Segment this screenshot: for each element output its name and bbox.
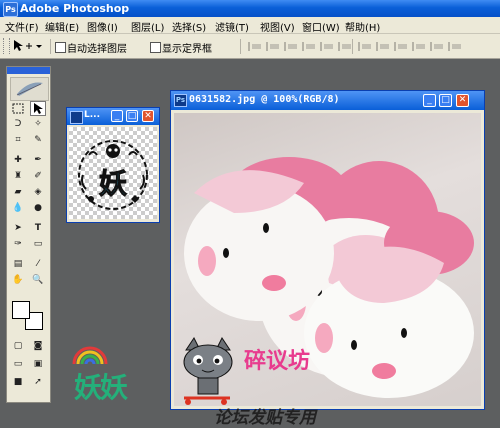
minimize-icon[interactable]: _ <box>111 110 123 122</box>
menu-edit[interactable]: 编辑(E) <box>45 19 79 34</box>
distribute-bottom-icon[interactable] <box>394 42 409 51</box>
document-title: 0631582.jpg @ 100%(RGB/8) <box>189 94 340 105</box>
align-left-edges-icon[interactable] <box>302 42 317 51</box>
app-title-bar: Ps Adobe Photoshop <box>0 0 500 17</box>
eyedropper-tool-icon[interactable]: ⁄ <box>30 257 46 272</box>
minimize-icon[interactable]: _ <box>423 94 436 107</box>
shape-tool-icon[interactable]: ▭ <box>30 237 46 252</box>
hand-tool-icon[interactable]: ✋ <box>10 273 26 288</box>
history-brush-tool-icon[interactable]: ✐ <box>30 169 46 184</box>
move-tool-icon[interactable] <box>30 101 46 116</box>
align-vertical-centers-icon[interactable] <box>266 42 281 51</box>
menu-bar: 文件(F) 编辑(E) 图像(I) 图层(L) 选择(S) 滤镜(T) 视图(V… <box>0 17 500 34</box>
maximize-icon[interactable]: □ <box>439 94 452 107</box>
watermark-left-text: 妖妖 <box>74 371 128 404</box>
document-titlebar[interactable]: Ps 0631582.jpg @ 100%(RGB/8) _ □ ✕ <box>171 91 484 110</box>
app-title: Adobe Photoshop <box>20 2 130 15</box>
photoshop-document-icon <box>70 111 83 124</box>
standard-mode-icon[interactable]: ▢ <box>10 339 26 354</box>
lasso-tool-icon[interactable]: ᑐ <box>10 117 26 132</box>
menu-file[interactable]: 文件(F) <box>5 19 39 34</box>
photoshop-app-icon: Ps <box>3 2 18 17</box>
marquee-tool-icon[interactable] <box>10 101 26 116</box>
options-divider <box>240 39 241 54</box>
pen-tool-icon[interactable]: ✑ <box>10 237 26 252</box>
show-bounding-box-checkbox[interactable] <box>150 42 161 53</box>
full-screen-black-icon[interactable]: ■ <box>10 375 26 390</box>
crop-tool-icon[interactable]: ⌗ <box>10 133 26 148</box>
circular-logo-illustration: 妖 <box>78 140 148 210</box>
tools-palette-header[interactable] <box>7 67 50 74</box>
layer-thumb-glyph: 妖 <box>99 167 127 200</box>
eraser-tool-icon[interactable]: ▰ <box>10 185 26 200</box>
distribute-hcenter-icon[interactable] <box>430 42 445 51</box>
blur-tool-icon[interactable]: 💧 <box>10 201 26 216</box>
maximize-icon[interactable]: □ <box>126 110 138 122</box>
menu-help[interactable]: 帮助(H) <box>345 19 380 34</box>
menu-filter[interactable]: 滤镜(T) <box>215 19 249 34</box>
dodge-tool-icon[interactable]: ● <box>30 201 46 216</box>
layer-preview-canvas[interactable]: 妖 <box>69 127 157 219</box>
auto-select-layer-label: 自动选择图层 <box>67 44 127 55</box>
layer-window-title: L... <box>84 110 100 120</box>
type-tool-icon[interactable]: T <box>30 221 46 236</box>
options-divider <box>50 39 51 54</box>
show-bounding-box-label: 显示定界框 <box>162 44 212 55</box>
quick-mask-mode-icon[interactable]: ◙ <box>30 339 46 354</box>
distribute-left-icon[interactable] <box>412 42 427 51</box>
photoshop-document-icon: Ps <box>174 94 187 107</box>
notes-tool-icon[interactable]: ▤ <box>10 257 26 272</box>
cat-character-sticker <box>183 337 233 405</box>
zoom-tool-icon[interactable]: 🔍 <box>30 273 46 288</box>
watermark-right-text: 碎议坊 <box>244 349 311 374</box>
foreground-color-swatch[interactable] <box>12 301 30 319</box>
distribute-top-icon[interactable] <box>358 42 373 51</box>
magic-wand-tool-icon[interactable]: ✧ <box>30 117 46 132</box>
menu-image[interactable]: 图像(I) <box>87 19 118 34</box>
watermark-bottom-text: 论坛发贴专用 <box>214 408 316 428</box>
align-bottom-edges-icon[interactable] <box>284 42 299 51</box>
paint-bucket-tool-icon[interactable]: ◈ <box>30 185 46 200</box>
close-icon[interactable]: ✕ <box>456 94 469 107</box>
auto-select-layer-checkbox[interactable] <box>55 42 66 53</box>
tools-palette: ᑐ ✧ ⌗ ✎ ✚ ✒ ♜ ✐ ▰ ◈ 💧 ● ➤ T ✑ ▭ ▤ ⁄ ✋ 🔍 … <box>6 66 51 403</box>
move-tool-preset-icon[interactable] <box>12 39 42 53</box>
menu-select[interactable]: 选择(S) <box>172 19 206 34</box>
distribute-right-icon[interactable] <box>448 42 463 51</box>
close-icon[interactable]: ✕ <box>142 110 154 122</box>
distribute-vcenter-icon[interactable] <box>376 42 391 51</box>
clone-stamp-tool-icon[interactable]: ♜ <box>10 169 26 184</box>
standard-screen-mode-icon[interactable]: ▭ <box>10 357 26 372</box>
options-grip[interactable] <box>3 38 10 54</box>
layer-preview-window: L... _ □ ✕ 妖 <box>66 107 160 223</box>
align-right-edges-icon[interactable] <box>338 42 353 51</box>
healing-brush-tool-icon[interactable]: ✚ <box>10 153 26 168</box>
options-divider <box>352 39 353 54</box>
menu-layer[interactable]: 图层(L) <box>131 19 164 34</box>
path-selection-tool-icon[interactable]: ➤ <box>10 221 26 236</box>
jump-to-imageready-icon[interactable]: ➚ <box>30 375 46 390</box>
slice-tool-icon[interactable]: ✎ <box>30 133 46 148</box>
layer-window-titlebar[interactable]: L... _ □ ✕ <box>67 108 159 125</box>
menu-window[interactable]: 窗口(W) <box>302 19 340 34</box>
full-screen-mode-icon[interactable]: ▣ <box>30 357 46 372</box>
options-bar: 自动选择图层 显示定界框 <box>0 34 500 59</box>
brush-tool-icon[interactable]: ✒ <box>30 153 46 168</box>
rainbow-sticker <box>72 346 108 365</box>
align-horizontal-centers-icon[interactable] <box>320 42 335 51</box>
menu-view[interactable]: 视图(V) <box>260 19 295 34</box>
photoshop-feather-logo[interactable] <box>10 77 49 101</box>
align-top-edges-icon[interactable] <box>248 42 263 51</box>
